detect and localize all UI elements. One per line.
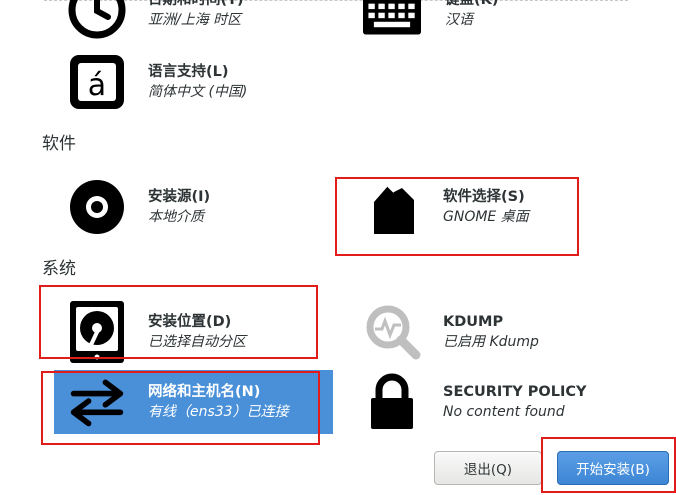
installation-summary: 日期和时间(T) 亚洲/上海 时区 键盘(K) 汉语 á 语言支持(L) 简体中… bbox=[0, 0, 676, 495]
spoke-installation-destination[interactable]: 安装位置(D) 已选择自动分区 bbox=[68, 300, 318, 364]
svg-text:á: á bbox=[88, 68, 106, 103]
spoke-title: 网络和主机名(N) bbox=[148, 384, 261, 400]
spoke-title: 键盘(K) bbox=[445, 0, 499, 8]
language-icon: á bbox=[68, 53, 126, 111]
clock-icon bbox=[68, 0, 126, 39]
lock-icon bbox=[363, 373, 421, 431]
quit-button[interactable]: 退出(Q) bbox=[434, 451, 542, 485]
spoke-keyboard[interactable]: 键盘(K) 汉语 bbox=[363, 0, 633, 42]
begin-installation-button[interactable]: 开始安装(B) bbox=[557, 451, 669, 485]
spoke-title: SECURITY POLICY bbox=[443, 384, 587, 400]
spoke-title: KDUMP bbox=[443, 314, 504, 330]
spoke-status: 汉语 bbox=[445, 12, 473, 28]
spoke-language-support[interactable]: á 语言支持(L) 简体中文 (中国) bbox=[68, 50, 338, 114]
keyboard-icon bbox=[363, 0, 421, 39]
spoke-title: 语言支持(L) bbox=[148, 64, 229, 80]
spoke-software-selection[interactable]: 软件选择(S) GNOME 桌面 bbox=[363, 175, 633, 239]
spoke-title: 安装位置(D) bbox=[148, 314, 232, 330]
spoke-network-hostname[interactable]: 网络和主机名(N) 有线（ens33）已连接 bbox=[54, 370, 333, 434]
spoke-status: 已选择自动分区 bbox=[148, 334, 246, 350]
section-heading-system: 系统 bbox=[42, 259, 76, 279]
spoke-kdump[interactable]: KDUMP 已启用 Kdump bbox=[363, 300, 633, 364]
spoke-title: 安装源(I) bbox=[148, 189, 211, 205]
spoke-title: 软件选择(S) bbox=[443, 189, 525, 205]
search-icon bbox=[363, 303, 421, 361]
spoke-status: 简体中文 (中国) bbox=[148, 84, 248, 100]
spoke-status: 亚洲/上海 时区 bbox=[148, 12, 242, 28]
spoke-installation-source[interactable]: 安装源(I) 本地介质 bbox=[68, 175, 318, 239]
spoke-date-time[interactable]: 日期和时间(T) 亚洲/上海 时区 bbox=[68, 0, 338, 42]
spoke-status: GNOME 桌面 bbox=[443, 209, 529, 225]
network-arrows-icon bbox=[68, 373, 126, 431]
spoke-status: 本地介质 bbox=[148, 209, 204, 225]
hard-disk-icon bbox=[68, 301, 126, 363]
package-icon bbox=[363, 178, 421, 236]
spoke-status: 已启用 Kdump bbox=[443, 334, 539, 350]
spoke-status: 有线（ens33）已连接 bbox=[148, 404, 289, 420]
disc-icon bbox=[68, 178, 126, 236]
section-heading-software: 软件 bbox=[42, 134, 76, 154]
spoke-security-policy[interactable]: SECURITY POLICY No content found bbox=[363, 370, 653, 434]
spoke-status: No content found bbox=[443, 404, 565, 420]
spoke-title: 日期和时间(T) bbox=[148, 0, 244, 8]
